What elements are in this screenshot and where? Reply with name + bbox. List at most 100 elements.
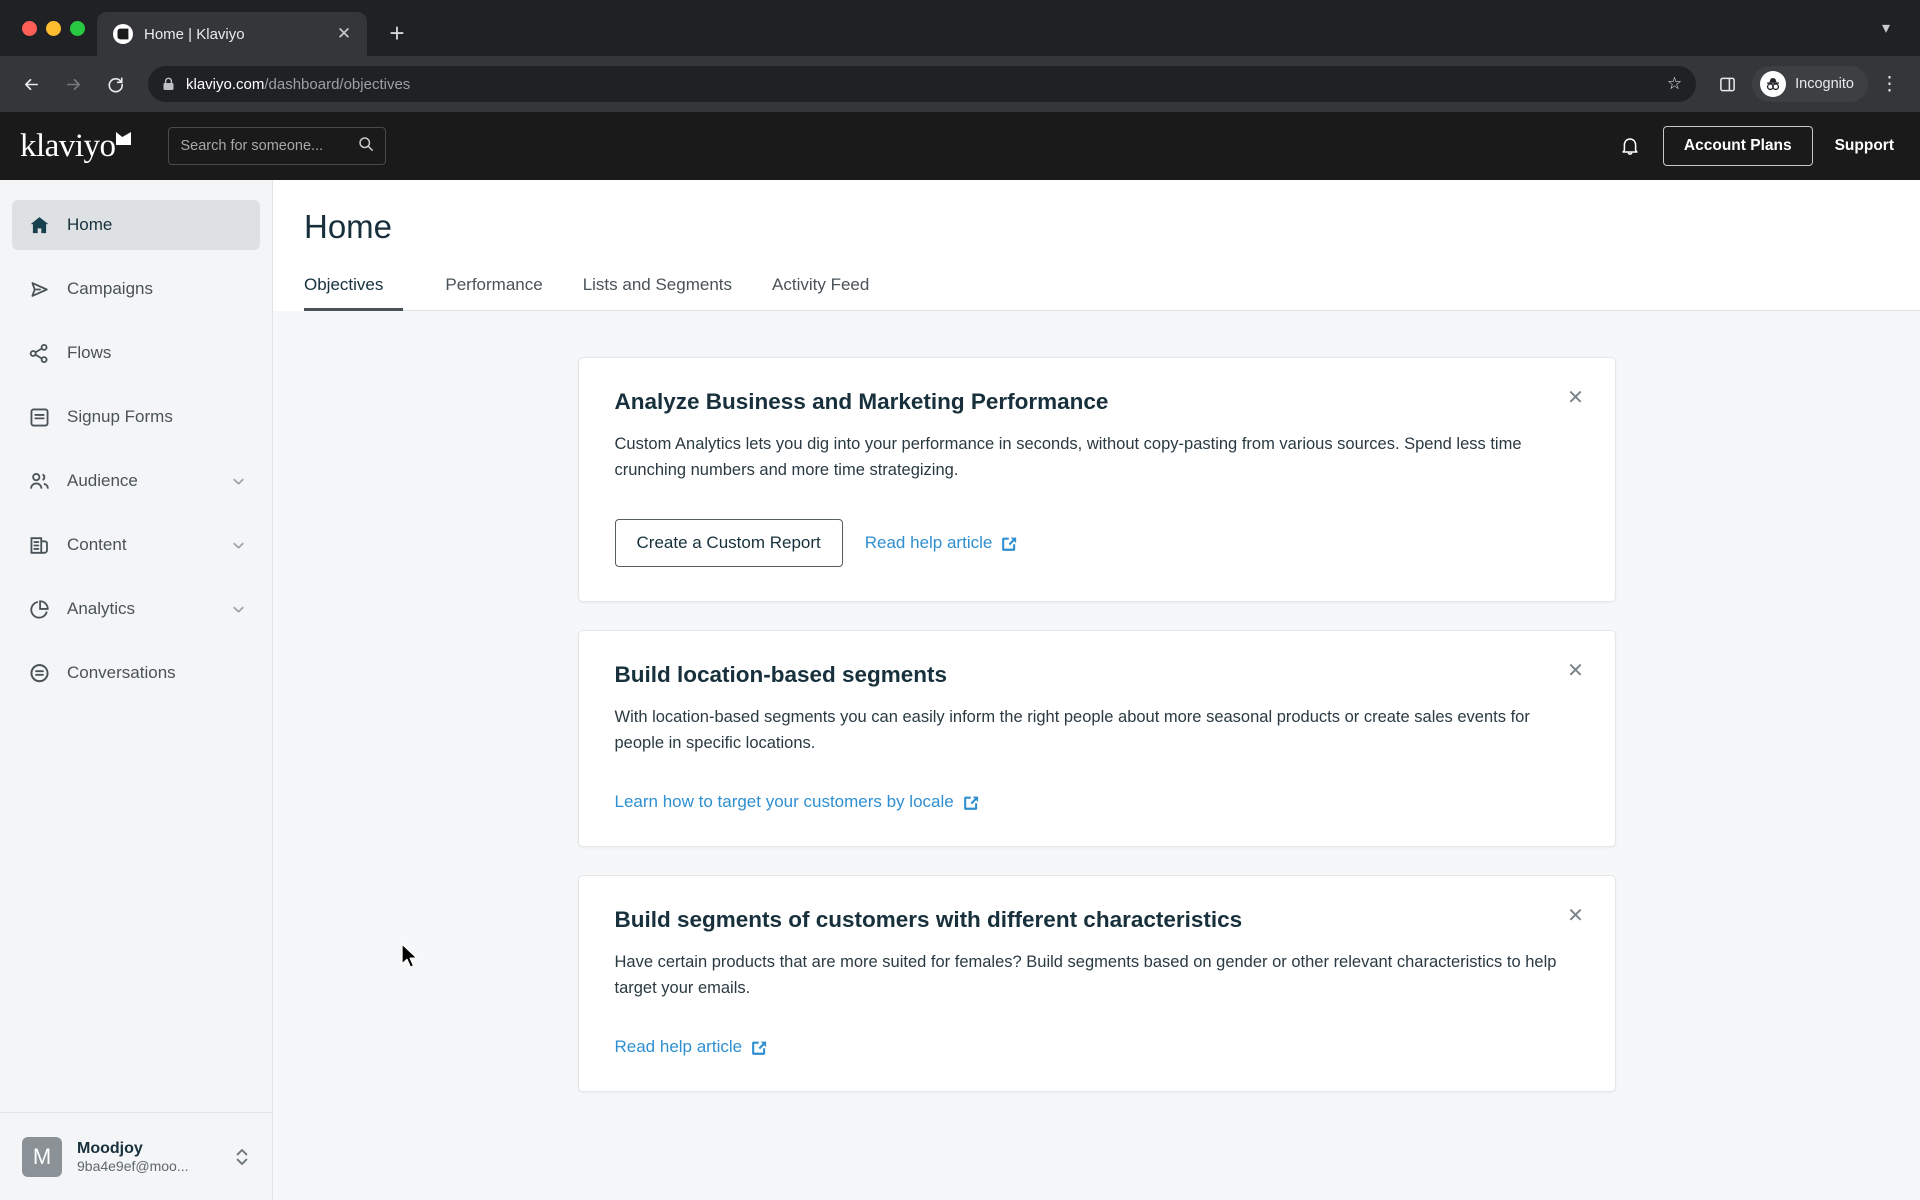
browser-tabstrip: Home | Klaviyo ✕ + ▾ [0, 0, 1920, 56]
learn-locale-link[interactable]: Learn how to target your customers by lo… [615, 792, 980, 812]
sidebar-item-label: Analytics [67, 599, 136, 618]
people-icon [26, 468, 52, 494]
browser-toolbar: klaviyo.com/dashboard/objectives ☆ Incog… [0, 56, 1920, 112]
sidebar-item-content[interactable]: Content [12, 520, 260, 570]
content-icon [26, 532, 52, 558]
url-text: klaviyo.com/dashboard/objectives [186, 76, 410, 93]
card-body: With location-based segments you can eas… [614, 708, 1530, 752]
kebab-menu-icon[interactable]: ⋮ [1872, 73, 1908, 96]
read-help-article-link[interactable]: Read help article [615, 1037, 769, 1057]
account-info: Moodjoy 9ba4e9ef@moo... [77, 1140, 219, 1174]
sidebar-item-home[interactable]: Home [12, 200, 260, 250]
objective-card: ✕ Build segments of customers with diffe… [577, 875, 1616, 1093]
objective-card: ✕ Analyze Business and Marketing Perform… [577, 357, 1616, 603]
chevron-down-icon[interactable] [231, 602, 246, 617]
minimize-window-button[interactable] [46, 20, 61, 36]
account-switcher[interactable]: M Moodjoy 9ba4e9ef@moo... [0, 1112, 272, 1200]
klaviyo-app: klaviyo Account Plans Support [0, 112, 1920, 1200]
link-label: Learn how to target your customers by lo… [614, 792, 954, 812]
search-input[interactable] [168, 127, 387, 165]
link-label: Read help article [864, 533, 993, 553]
sidebar-item-audience[interactable]: Audience [12, 456, 260, 506]
side-panel-icon[interactable] [1710, 67, 1744, 101]
sidebar: Home Campaigns Flows Signup Forms Audien… [0, 180, 273, 1200]
sidebar-item-label: Flows [67, 343, 112, 362]
omnibox-actions: ☆ [1667, 74, 1682, 94]
tab-title: Home | Klaviyo [144, 25, 245, 43]
avatar: M [22, 1136, 62, 1177]
card-body: Have certain products that are more suit… [614, 953, 1557, 997]
bell-icon[interactable] [1619, 135, 1641, 157]
card-actions: Create a Custom Report Read help article [614, 519, 1579, 568]
support-link[interactable]: Support [1835, 137, 1894, 155]
pie-chart-icon [26, 596, 52, 622]
app-body: Home Campaigns Flows Signup Forms Audien… [0, 180, 1920, 1200]
link-label: Read help article [614, 1037, 743, 1057]
app-header-actions: Account Plans Support [1619, 126, 1894, 166]
tab-objectives[interactable]: Objectives [304, 266, 404, 311]
main-content: Home Objectives Performance Lists and Se… [273, 180, 1920, 1200]
objectives-list: ✕ Analyze Business and Marketing Perform… [273, 311, 1920, 1200]
new-tab-button[interactable]: + [377, 13, 417, 53]
flows-icon [26, 340, 52, 366]
search-icon[interactable] [358, 136, 374, 157]
objective-card: ✕ Build location-based segments With loc… [577, 630, 1616, 848]
forward-arrow-icon[interactable] [54, 65, 92, 103]
close-icon[interactable]: ✕ [333, 23, 355, 45]
form-icon [26, 404, 52, 430]
external-link-icon [1001, 535, 1018, 552]
chevron-down-icon[interactable] [231, 474, 246, 489]
tab-performance[interactable]: Performance [425, 266, 562, 311]
external-link-icon [751, 1039, 768, 1056]
logo-flag-icon [116, 132, 131, 145]
card-actions: Read help article [615, 1037, 1579, 1057]
close-window-button[interactable] [22, 20, 37, 36]
logo-text: klaviyo [20, 127, 116, 164]
chevron-down-icon[interactable]: ▾ [1868, 18, 1904, 38]
sidebar-item-label: Conversations [67, 663, 176, 682]
page-header: Home Objectives Performance Lists and Se… [273, 180, 1920, 311]
page-title: Home [304, 208, 393, 245]
tab-lists-and-segments[interactable]: Lists and Segments [563, 266, 752, 311]
close-icon[interactable]: ✕ [1563, 902, 1589, 928]
address-bar[interactable]: klaviyo.com/dashboard/objectives ☆ [148, 66, 1697, 102]
home-icon [26, 212, 52, 238]
sidebar-item-flows[interactable]: Flows [12, 328, 260, 378]
url-path: /dashboard/objectives [264, 75, 411, 93]
browser-tab[interactable]: Home | Klaviyo ✕ [97, 12, 367, 56]
create-custom-report-button[interactable]: Create a Custom Report [614, 519, 843, 568]
window-controls [14, 0, 97, 56]
account-name: Moodjoy [77, 1139, 143, 1157]
sidebar-item-conversations[interactable]: Conversations [12, 648, 260, 698]
close-icon[interactable]: ✕ [1563, 657, 1589, 683]
tab-activity-feed[interactable]: Activity Feed [752, 266, 889, 311]
sidebar-item-label: Audience [67, 471, 138, 490]
profile-label: Incognito [1795, 76, 1854, 92]
klaviyo-favicon [113, 24, 133, 44]
app-header: klaviyo Account Plans Support [0, 112, 1920, 180]
card-body: Custom Analytics lets you dig into your … [614, 435, 1522, 479]
card-title: Build segments of customers with differe… [614, 907, 1243, 933]
card-title: Analyze Business and Marketing Performan… [614, 389, 1109, 414]
sidebar-item-signup-forms[interactable]: Signup Forms [12, 392, 260, 442]
chevron-down-icon[interactable] [231, 538, 246, 553]
sidebar-item-campaigns[interactable]: Campaigns [12, 264, 260, 314]
sidebar-item-label: Home [67, 215, 113, 234]
browser-window: Home | Klaviyo ✕ + ▾ klaviyo.com/dashboa… [0, 0, 1920, 1200]
klaviyo-logo[interactable]: klaviyo [20, 127, 131, 164]
profile-chip[interactable]: Incognito [1752, 66, 1868, 102]
external-link-icon [963, 794, 980, 811]
back-arrow-icon[interactable] [12, 65, 50, 103]
search-field[interactable] [180, 138, 351, 154]
lock-icon [162, 77, 175, 91]
reload-icon[interactable] [96, 65, 134, 103]
sidebar-item-analytics[interactable]: Analytics [12, 584, 260, 634]
up-down-chevron-icon[interactable] [234, 1146, 250, 1168]
read-help-article-link[interactable]: Read help article [865, 533, 1019, 553]
star-icon[interactable]: ☆ [1667, 74, 1682, 94]
account-plans-button[interactable]: Account Plans [1662, 126, 1813, 166]
close-icon[interactable]: ✕ [1563, 384, 1589, 410]
chat-icon [26, 660, 52, 686]
maximize-window-button[interactable] [70, 20, 85, 36]
url-host: klaviyo.com [186, 75, 265, 93]
